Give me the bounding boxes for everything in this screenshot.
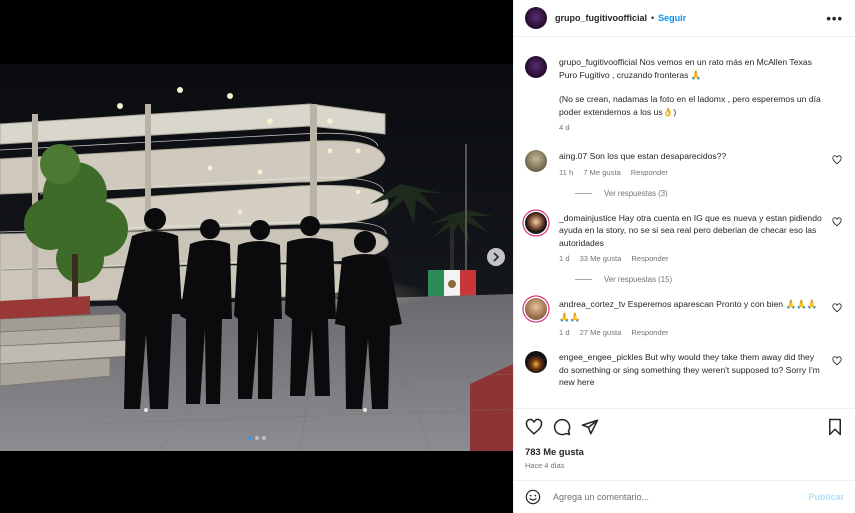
post-side-panel: grupo_fugitivoofficial • Seguir ••• grup… [513,0,855,513]
comment-likes[interactable]: 7 Me gusta [583,168,621,177]
comments-list[interactable]: grupo_fugitivoofficial Nos vemos en un r… [514,38,855,408]
carousel-dot [247,436,252,440]
view-replies-button[interactable]: Ver respuestas (3) [575,189,844,198]
follow-button[interactable]: Seguir [658,13,686,23]
comment-username[interactable]: _domainjustice [559,213,616,223]
publish-button[interactable]: Publicar [808,492,844,502]
post-header: grupo_fugitivoofficial • Seguir ••• [514,0,855,37]
carousel-dot [261,436,266,440]
comment-item: andrea_cortez_tv Esperemos aparescan Pro… [525,298,844,337]
emoji-icon[interactable] [525,489,541,505]
comment-item: _domainjustice Hay otra cuenta en IG que… [525,211,844,263]
posted-time: Hace 4 días [525,461,565,470]
separator-dot: • [651,13,655,23]
bookmark-icon[interactable] [826,418,844,436]
post-actions: 783 Me gusta Hace 4 días [514,408,855,480]
comment-username[interactable]: andrea_cortez_tv [559,299,625,309]
comment-time: 11 h [559,167,574,177]
chevron-right-icon [493,252,500,262]
carousel-dots [0,436,513,440]
avatar[interactable] [525,150,547,172]
avatar[interactable] [525,7,547,29]
reply-button[interactable]: Responder [631,328,668,337]
next-slide-button[interactable] [487,248,505,266]
avatar[interactable] [525,56,547,78]
comment-heart-icon[interactable] [832,356,842,366]
post-media [0,0,513,513]
view-replies-label: Ver respuestas (3) [604,188,668,198]
comment-likes[interactable]: 27 Me gusta [580,328,622,337]
comment-heart-icon[interactable] [832,303,842,313]
comment-time: 1 d [559,328,570,337]
comment-heart-icon[interactable] [832,216,842,227]
comment-username[interactable]: aing.07 [559,151,587,161]
comment-text: Son los que estan desaparecidos?? [589,151,727,161]
add-comment-bar: Publicar [514,480,855,513]
heart-icon[interactable] [525,418,543,436]
caption-username[interactable]: grupo_fugitivoofficial [559,57,637,67]
action-icons [525,409,844,445]
comment-username[interactable]: engee_engee_pickles [559,352,643,362]
view-replies-button[interactable]: Ver respuestas (15) [575,275,844,284]
comment-item: aing.07 Son los que estan desaparecidos?… [525,150,844,177]
comment-time: 1 d [559,254,570,263]
carousel-dot [254,436,259,440]
replies-divider [575,279,592,280]
avatar[interactable] [525,351,547,373]
more-options-icon[interactable]: ••• [826,11,843,26]
view-replies-label: Ver respuestas (15) [604,275,673,284]
comment-item: engee_engee_pickles But why would they t… [525,351,844,389]
post-caption: grupo_fugitivoofficial Nos vemos en un r… [525,56,844,132]
avatar[interactable] [525,298,547,320]
comment-likes[interactable]: 33 Me gusta [580,254,622,263]
reply-button[interactable]: Responder [631,168,668,177]
comment-icon[interactable] [553,418,571,436]
likes-count[interactable]: 783 Me gusta [525,446,844,457]
comment-heart-icon[interactable] [832,155,842,165]
share-icon[interactable] [581,418,599,436]
comment-input[interactable] [553,492,809,502]
caption-time: 4 d [559,123,570,132]
caption-text-2: (No se crean, nadamas la foto en el lado… [559,94,821,117]
reply-button[interactable]: Responder [631,254,668,263]
avatar[interactable] [525,211,547,234]
post-photo[interactable] [0,64,513,451]
post-author-username[interactable]: grupo_fugitivoofficial [555,13,647,23]
replies-divider [575,192,592,194]
